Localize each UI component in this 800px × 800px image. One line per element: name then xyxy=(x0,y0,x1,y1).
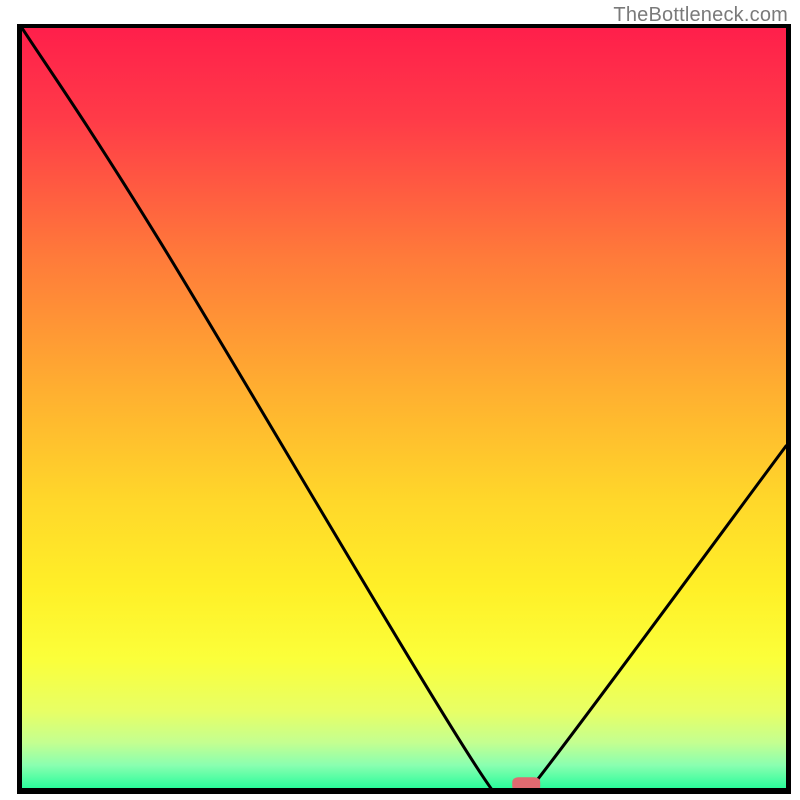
gradient-background xyxy=(22,28,786,788)
chart-container: TheBottleneck.com xyxy=(0,0,800,800)
bottleneck-chart xyxy=(0,0,800,800)
